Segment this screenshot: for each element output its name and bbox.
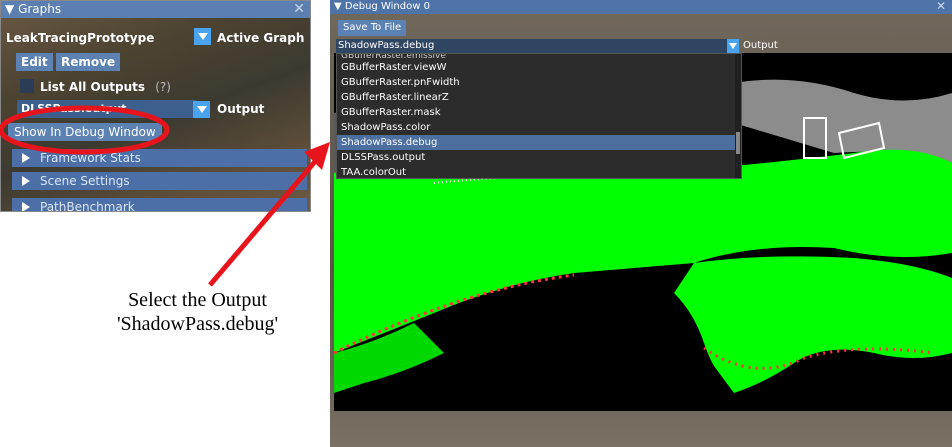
graph-selector-row: LeakTracingPrototype Active Graph (0, 24, 311, 50)
path-benchmark-header[interactable]: PathBenchmark (12, 198, 307, 212)
framework-stats-header[interactable]: Framework Stats (12, 149, 307, 167)
chevron-down-icon[interactable] (727, 39, 739, 53)
edit-button[interactable]: Edit (16, 53, 53, 71)
graphs-title: Graphs (18, 2, 62, 16)
dropdown-item[interactable]: TAA.colorOut (337, 165, 741, 178)
annotation-caption: Select the Output 'ShadowPass.debug' (70, 288, 325, 336)
active-graph-label: Active Graph (217, 31, 305, 45)
dropdown-item[interactable]: GBufferRaster.viewW (337, 60, 741, 75)
dropdown-item[interactable]: DLSSPass.output (337, 150, 741, 165)
debug-window-title: Debug Window 0 (344, 1, 430, 12)
close-icon[interactable]: ✕ (936, 0, 946, 13)
dropdown-item[interactable]: ShadowPass.color (337, 120, 741, 135)
chevron-down-icon[interactable] (193, 101, 210, 118)
debug-output-select[interactable]: ShadowPass.debug (336, 39, 731, 53)
dropdown-scrollbar[interactable] (735, 54, 741, 178)
chevron-down-icon[interactable] (194, 28, 211, 45)
annotation-line-1: Select the Output (128, 289, 267, 311)
annotation-line-2: 'ShadowPass.debug' (116, 313, 279, 335)
list-all-outputs-checkbox[interactable] (20, 79, 34, 93)
save-to-file-button[interactable]: Save To File (338, 20, 407, 36)
close-icon[interactable]: ✕ (293, 0, 305, 18)
header-label: Scene Settings (40, 174, 130, 188)
graphs-panel: ▼ Graphs ✕ LeakTracingPrototype Active G… (0, 0, 311, 212)
debug-output-label: Output (743, 40, 778, 51)
graphs-title-bar[interactable]: ▼ Graphs ✕ (0, 0, 311, 18)
list-all-outputs-text: List All Outputs (40, 80, 145, 94)
dropdown-item[interactable]: GBufferRaster.mask (337, 105, 741, 120)
collapse-triangle-icon[interactable]: ▼ (5, 2, 14, 16)
collapse-triangle-icon[interactable]: ▼ (334, 1, 342, 12)
header-label: PathBenchmark (40, 200, 135, 212)
dropdown-item-selected[interactable]: ShadowPass.debug (337, 135, 741, 150)
remove-button[interactable]: Remove (56, 53, 121, 71)
output-dropdown-list[interactable]: GBufferRaster.emissive GBufferRaster.vie… (336, 53, 742, 179)
debug-window: ▼ Debug Window 0 ✕ Save To File ShadowPa… (330, 0, 952, 447)
graph-name[interactable]: LeakTracingPrototype (6, 31, 154, 45)
dropdown-item[interactable]: GBufferRaster.pnFwidth (337, 75, 741, 90)
output-select[interactable]: DLSSPass.output (17, 100, 196, 118)
expand-triangle-icon (22, 153, 30, 163)
show-in-debug-window-button[interactable]: Show In Debug Window (8, 123, 162, 141)
expand-triangle-icon (22, 176, 30, 186)
scene-settings-header[interactable]: Scene Settings (12, 172, 307, 190)
output-label: Output (217, 102, 265, 116)
scrollbar-thumb[interactable] (736, 132, 740, 154)
list-all-outputs-label: List All Outputs (?) (40, 80, 171, 94)
header-label: Framework Stats (40, 151, 141, 165)
dropdown-item[interactable]: GBufferRaster.linearZ (337, 90, 741, 105)
debug-title-bar[interactable]: ▼ Debug Window 0 ✕ (330, 0, 952, 14)
expand-triangle-icon (22, 202, 30, 212)
help-marker[interactable]: (?) (155, 80, 171, 94)
